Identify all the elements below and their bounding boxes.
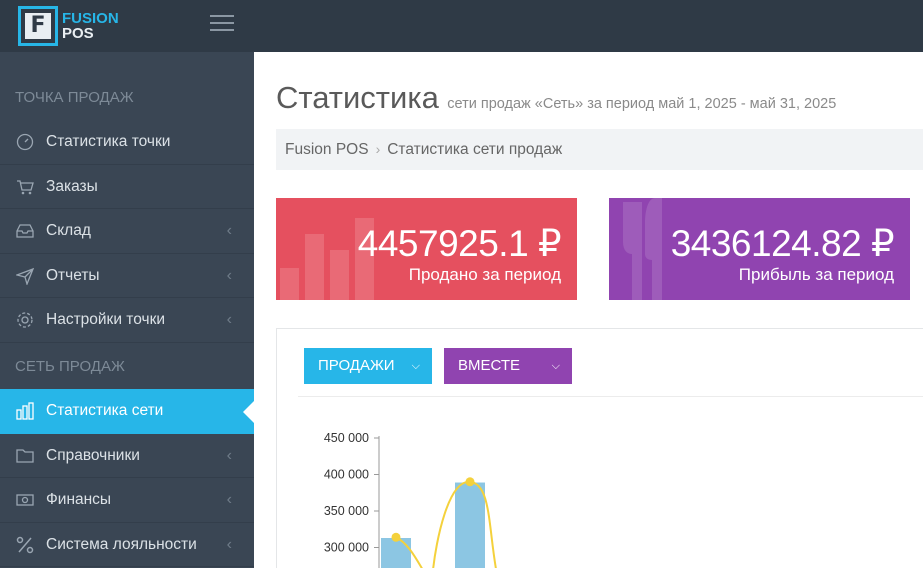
paper-plane-icon [16, 267, 34, 285]
chevron-left-icon: ‹ [226, 535, 232, 553]
sidebar-item-point-settings[interactable]: Настройки точки ‹ [0, 298, 254, 343]
sidebar-item-label: Заказы [46, 177, 98, 195]
cart-icon [17, 179, 34, 194]
y-tick-label: 450 000 [324, 431, 369, 445]
sidebar-section-pos: ТОЧКА ПРОДАЖ [15, 89, 134, 106]
sidebar-item-label: Настройки точки [46, 311, 166, 329]
active-indicator [243, 400, 254, 423]
breadcrumb-root[interactable]: Fusion POS [285, 141, 369, 158]
sidebar-item-point-stats[interactable]: Статистика точки [0, 120, 254, 165]
top-bar: F FUSION POS [0, 0, 923, 52]
sidebar-item-orders[interactable]: Заказы [0, 165, 254, 210]
speedometer-icon [16, 133, 34, 151]
money-icon [16, 494, 34, 506]
sidebar-item-warehouse[interactable]: Склад ‹ [0, 209, 254, 254]
sales-dropdown-label: ПРОДАЖИ [318, 357, 395, 374]
sidebar-item-label: Справочники [46, 446, 140, 464]
sidebar: ТОЧКА ПРОДАЖ Статистика точки Заказы Скл… [0, 52, 254, 568]
breadcrumb-current: Статистика сети продаж [387, 141, 563, 158]
breadcrumb-separator-icon: › [375, 141, 381, 157]
chart-bar[interactable] [455, 482, 485, 568]
inbox-icon [16, 224, 34, 238]
mode-dropdown-label: ВМЕСТЕ [458, 357, 521, 374]
y-tick-label: 300 000 [324, 541, 369, 555]
chart-point[interactable] [391, 532, 401, 542]
chevron-down-icon: ⌵ [551, 360, 560, 372]
chevron-left-icon: ‹ [226, 311, 232, 329]
chevron-left-icon: ‹ [226, 266, 232, 284]
chevron-left-icon: ‹ [226, 446, 232, 464]
bar-chart-icon [16, 402, 34, 420]
gear-icon [17, 312, 33, 329]
percent-icon [16, 536, 34, 553]
sidebar-item-label: Финансы [46, 491, 112, 509]
folder-icon [16, 448, 34, 463]
profit-stat-card: 3436124.82 ₽ Прибыль за период [609, 198, 910, 300]
sales-chart: 450 000 400 000 350 000 300 000 [324, 431, 497, 568]
chart-point[interactable] [465, 477, 475, 487]
logo-mark: F [18, 6, 58, 46]
sidebar-item-label: Статистика сети [46, 401, 164, 419]
sidebar-item-label: Статистика точки [46, 133, 171, 150]
profit-value: 3436124.82 ₽ [670, 223, 895, 264]
y-tick-label: 350 000 [324, 504, 369, 518]
logo[interactable]: F FUSION POS [18, 6, 119, 46]
page-title-main: Статистика [276, 80, 439, 115]
sold-stat-card: 4457925.1 ₽ Продано за период [276, 198, 577, 300]
sidebar-item-loyalty[interactable]: Система лояльности ‹ [0, 523, 254, 568]
sidebar-item-finance[interactable]: Финансы ‹ [0, 478, 254, 523]
sidebar-item-reports[interactable]: Отчеты ‹ [0, 254, 254, 299]
sales-dropdown-button[interactable]: ПРОДАЖИ ⌵ [304, 348, 432, 384]
logo-line-1: FUSION [62, 10, 119, 27]
page-title: Статистика сети продаж «Сеть» за период … [276, 80, 836, 116]
y-tick-label: 400 000 [324, 468, 369, 482]
menu-toggle-icon[interactable] [210, 15, 234, 33]
chevron-left-icon: ‹ [226, 491, 232, 509]
chart-bar[interactable] [381, 538, 411, 568]
sidebar-section-network: СЕТЬ ПРОДАЖ [15, 357, 125, 375]
breadcrumb: Fusion POS › Статистика сети продаж [276, 129, 923, 170]
logo-line-2: POS [62, 25, 94, 42]
chevron-left-icon: ‹ [226, 222, 232, 240]
logo-text: FUSION POS [62, 11, 119, 41]
sold-label: Продано за период [408, 265, 561, 284]
mode-dropdown-button[interactable]: ВМЕСТЕ ⌵ [444, 348, 572, 384]
chevron-down-icon: ⌵ [411, 360, 420, 372]
sidebar-item-label: Склад [46, 222, 91, 240]
profit-label: Прибыль за период [738, 265, 894, 284]
sidebar-item-network-stats[interactable]: Статистика сети [0, 388, 254, 434]
sidebar-item-label: Отчеты [46, 266, 100, 284]
sidebar-item-directories[interactable]: Справочники ‹ [0, 434, 254, 479]
sidebar-item-label: Система лояльности [46, 535, 197, 553]
page-subtitle: сети продаж «Сеть» за период май 1, 2025… [447, 96, 837, 112]
sold-value: 4457925.1 ₽ [357, 223, 562, 264]
divider [298, 396, 923, 397]
logo-letter: F [25, 13, 51, 39]
